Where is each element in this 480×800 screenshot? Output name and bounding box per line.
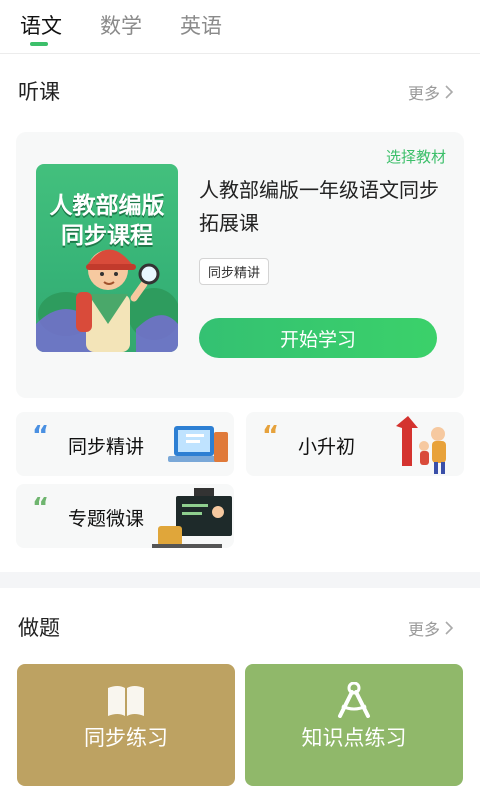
arrow-up-kids-icon xyxy=(396,416,446,474)
listen-section-title: 听课 xyxy=(18,80,60,104)
sync-practice-card[interactable]: 同步练习 xyxy=(17,664,235,786)
practice-section-title: 做题 xyxy=(18,616,60,640)
feature-label: 同步精讲 xyxy=(68,436,145,458)
feature-card-topic-micro-lessons[interactable]: “ 专题微课 xyxy=(16,484,234,548)
blackboard-teacher-icon xyxy=(152,488,232,548)
knowledge-practice-card[interactable]: 知识点练习 xyxy=(245,664,463,786)
listen-more-label: 更多 xyxy=(408,84,441,103)
knowledge-practice-label: 知识点练习 xyxy=(301,726,407,750)
practice-more-link[interactable]: 更多 xyxy=(408,616,454,640)
quote-icon: “ xyxy=(32,421,50,451)
sync-practice-label: 同步练习 xyxy=(84,726,168,750)
course-tag: 同步精讲 xyxy=(199,258,270,285)
course-cover-image[interactable]: 人教部编版 同步课程 xyxy=(36,164,178,352)
select-textbook-link[interactable]: 选择教材 xyxy=(386,146,446,167)
laptop-books-icon xyxy=(168,426,228,462)
chevron-right-icon xyxy=(445,85,454,99)
book-icon xyxy=(108,686,144,716)
feature-label: 专题微课 xyxy=(68,508,145,530)
active-tab-indicator xyxy=(30,42,48,46)
tab-math[interactable]: 数学 xyxy=(100,10,142,40)
course-card[interactable]: 选择教材 人教部编版 同步课程 人教部编版一年级语文同步拓展课 同步精讲 开始学… xyxy=(16,132,464,398)
feature-label: 小升初 xyxy=(298,436,356,458)
quote-icon: “ xyxy=(32,493,50,523)
feature-card-sync-lecture[interactable]: “ 同步精讲 xyxy=(16,412,234,476)
course-title[interactable]: 人教部编版一年级语文同步拓展课 xyxy=(199,174,449,240)
quote-icon: “ xyxy=(262,421,280,451)
tab-chinese[interactable]: 语文 xyxy=(20,10,62,40)
feature-card-primary-to-middle[interactable]: “ 小升初 xyxy=(246,412,464,476)
section-separator xyxy=(0,572,480,588)
tab-english[interactable]: 英语 xyxy=(180,10,222,40)
start-learning-button[interactable]: 开始学习 xyxy=(199,318,437,358)
boy-with-magnifier-illustration xyxy=(36,249,178,352)
listen-more-link[interactable]: 更多 xyxy=(408,80,454,104)
chevron-right-icon xyxy=(445,621,454,635)
compass-icon xyxy=(338,682,370,718)
subject-tabs: 语文 数学 英语 xyxy=(0,0,480,54)
practice-more-label: 更多 xyxy=(408,620,441,639)
